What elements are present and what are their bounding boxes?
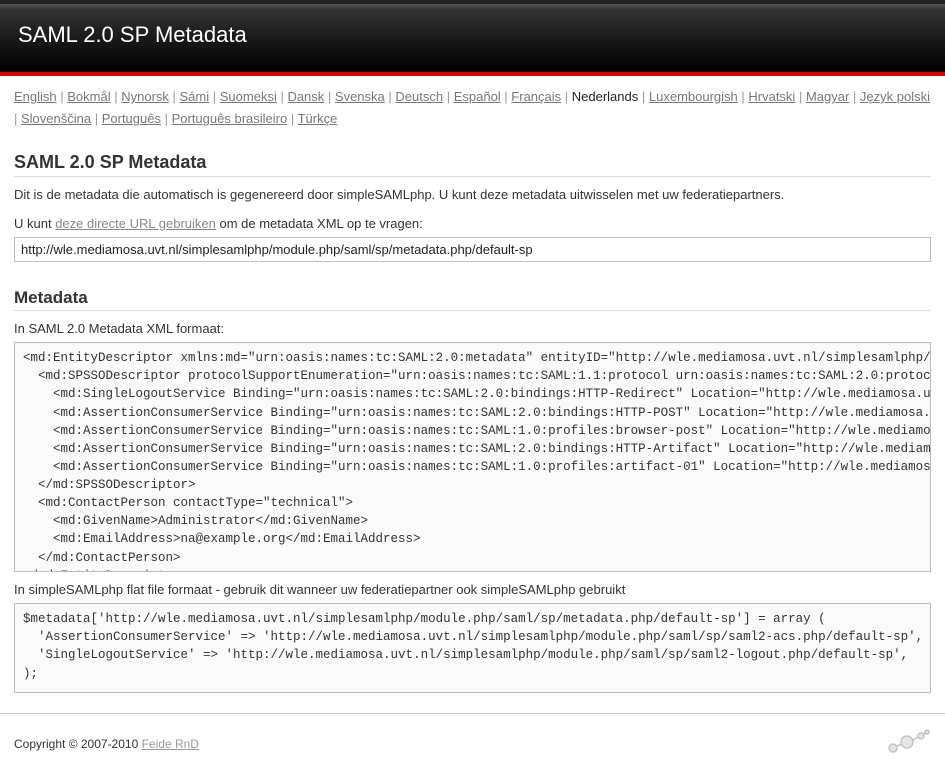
language-separator: |	[385, 89, 396, 104]
url-sentence-suffix: om de metadata XML op te vragen:	[216, 216, 423, 231]
language-separator: |	[111, 89, 122, 104]
main-content: English | Bokmål | Nynorsk | Sámi | Suom…	[0, 76, 945, 713]
language-separator: |	[501, 89, 512, 104]
language-option[interactable]: Nynorsk	[121, 89, 169, 104]
intro-text: Dit is de metadata die automatisch is ge…	[14, 187, 931, 202]
language-option[interactable]: Język polski	[860, 89, 930, 104]
url-sentence-prefix: U kunt	[14, 216, 55, 231]
copyright-text: Copyright © 2007-2010	[14, 737, 142, 751]
language-option[interactable]: Türkçe	[298, 111, 338, 126]
copyright: Copyright © 2007-2010 Feide RnD	[14, 737, 199, 751]
language-bar: English | Bokmål | Nynorsk | Sámi | Suom…	[14, 86, 931, 130]
app-title: SAML 2.0 SP Metadata	[18, 22, 927, 48]
language-separator: |	[324, 89, 335, 104]
language-separator: |	[638, 89, 649, 104]
language-option[interactable]: Suomeksi	[220, 89, 277, 104]
language-option[interactable]: Português brasileiro	[172, 111, 288, 126]
language-separator: |	[849, 89, 860, 104]
direct-url-input[interactable]	[14, 237, 931, 262]
copyright-link[interactable]: Feide RnD	[142, 737, 199, 751]
language-separator: |	[277, 89, 288, 104]
language-separator: |	[209, 89, 220, 104]
language-separator: |	[169, 89, 180, 104]
page-title: SAML 2.0 SP Metadata	[14, 152, 931, 177]
metadata-flatfile-box[interactable]: $metadata['http://wle.mediamosa.uvt.nl/s…	[14, 603, 931, 693]
xml-format-label: In SAML 2.0 Metadata XML formaat:	[14, 321, 931, 336]
language-separator: |	[287, 111, 297, 126]
language-separator: |	[161, 111, 172, 126]
language-separator: |	[91, 111, 102, 126]
language-option[interactable]: Dansk	[287, 89, 324, 104]
flat-format-label: In simpleSAMLphp flat file formaat - geb…	[14, 582, 931, 597]
language-separator: |	[738, 89, 749, 104]
language-separator: |	[443, 89, 454, 104]
language-option[interactable]: Hrvatski	[748, 89, 795, 104]
language-option[interactable]: Sámi	[180, 89, 210, 104]
language-separator: |	[561, 89, 572, 104]
page-footer: Copyright © 2007-2010 Feide RnD	[0, 713, 945, 777]
language-separator: |	[57, 89, 68, 104]
language-separator: |	[14, 111, 21, 126]
direct-url-link[interactable]: deze directe URL gebruiken	[55, 216, 216, 231]
app-header: SAML 2.0 SP Metadata	[0, 0, 945, 76]
language-option[interactable]: Slovenščina	[21, 111, 91, 126]
metadata-xml-box[interactable]: <md:EntityDescriptor xmlns:md="urn:oasis…	[14, 342, 931, 572]
language-option[interactable]: Deutsch	[395, 89, 443, 104]
language-separator: |	[795, 89, 806, 104]
language-option[interactable]: English	[14, 89, 57, 104]
language-option: Nederlands	[572, 89, 639, 104]
language-option[interactable]: Luxembourgish	[649, 89, 738, 104]
metadata-heading: Metadata	[14, 288, 931, 311]
language-option[interactable]: Português	[102, 111, 161, 126]
language-option[interactable]: Français	[511, 89, 561, 104]
direct-url-sentence: U kunt deze directe URL gebruiken om de …	[14, 216, 931, 231]
footer-logo-icon	[883, 726, 931, 761]
language-option[interactable]: Español	[454, 89, 501, 104]
language-option[interactable]: Svenska	[335, 89, 385, 104]
language-option[interactable]: Magyar	[806, 89, 849, 104]
language-option[interactable]: Bokmål	[67, 89, 110, 104]
